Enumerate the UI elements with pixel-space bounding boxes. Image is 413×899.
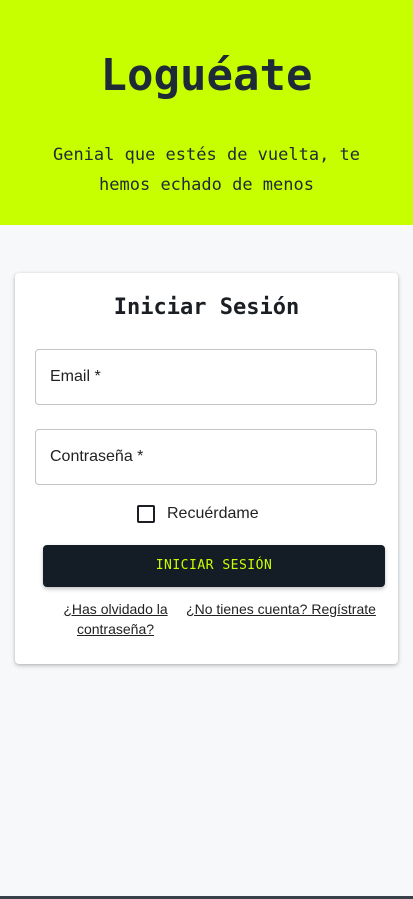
hero-banner: Loguéate Genial que estés de vuelta, te … (0, 0, 413, 225)
remember-me[interactable]: Recuérdame (137, 503, 259, 525)
login-title: Iniciar Sesión (113, 295, 300, 320)
page-title: Loguéate (100, 50, 313, 101)
email-input[interactable] (36, 350, 376, 404)
login-card: Iniciar Sesión Email * Contraseña * Recu… (15, 273, 398, 664)
register-link[interactable]: ¿No tienes cuenta? Regístrate (181, 599, 381, 619)
login-button[interactable]: INICIAR SESIÓN (43, 545, 385, 587)
remember-label: Recuérdame (167, 505, 259, 522)
password-input[interactable] (36, 430, 376, 484)
remember-checkbox[interactable] (137, 505, 155, 523)
email-field[interactable]: Email * (35, 349, 377, 405)
page-subtitle: Genial que estés de vuelta, te hemos ech… (52, 145, 361, 195)
forgot-password-link[interactable]: ¿Has olvidado la contraseña? (53, 599, 178, 639)
password-field[interactable]: Contraseña * (35, 429, 377, 485)
